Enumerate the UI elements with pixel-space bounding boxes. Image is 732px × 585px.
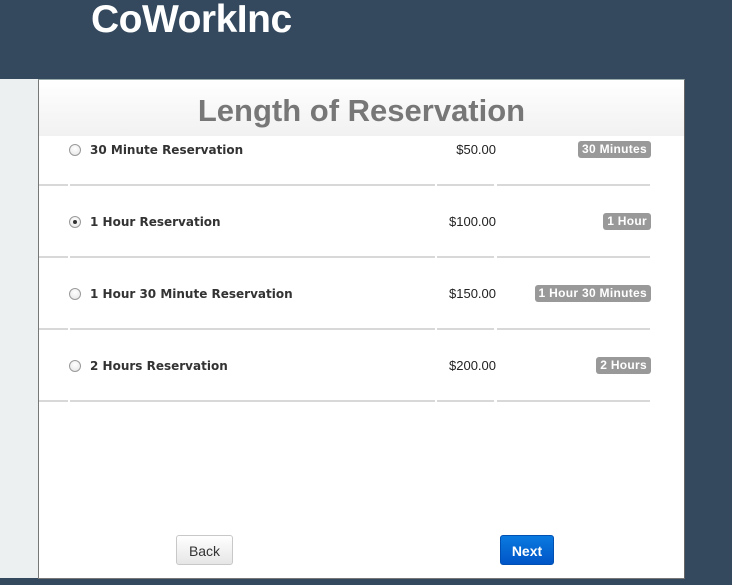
duration-badge: 1 Hour <box>603 213 651 230</box>
row-divider <box>497 328 650 330</box>
option-radio[interactable] <box>69 144 81 156</box>
row-divider <box>70 328 435 330</box>
option-radio[interactable] <box>69 360 81 372</box>
row-divider <box>497 400 650 402</box>
row-divider <box>437 328 494 330</box>
back-button[interactable]: Back <box>176 535 233 565</box>
next-button[interactable]: Next <box>500 535 554 565</box>
duration-badge: 2 Hours <box>596 357 651 374</box>
sidebar <box>0 79 38 578</box>
panel-header: Length of Reservation <box>39 80 684 136</box>
option-radio[interactable] <box>69 288 81 300</box>
row-divider <box>39 328 68 330</box>
brand-logo[interactable]: CoWorkInc <box>91 0 292 42</box>
row-divider <box>437 256 494 258</box>
option-label[interactable]: 30 Minute Reservation <box>90 143 243 157</box>
option-label[interactable]: 2 Hours Reservation <box>90 359 228 373</box>
row-divider <box>70 184 435 186</box>
row-divider <box>39 184 68 186</box>
row-divider <box>437 184 494 186</box>
reservation-panel: Length of Reservation 30 Minute Reservat… <box>38 79 685 579</box>
duration-badge: 1 Hour 30 Minutes <box>534 285 651 302</box>
row-divider <box>497 184 650 186</box>
row-divider <box>497 256 650 258</box>
option-label[interactable]: 1 Hour 30 Minute Reservation <box>90 287 293 301</box>
option-price: $200.00 <box>449 358 496 373</box>
duration-badge: 30 Minutes <box>577 141 651 158</box>
panel-title: Length of Reservation <box>197 93 526 128</box>
row-divider <box>70 400 435 402</box>
option-radio[interactable] <box>69 216 81 228</box>
row-divider <box>437 400 494 402</box>
row-divider <box>70 256 435 258</box>
option-label[interactable]: 1 Hour Reservation <box>90 215 221 229</box>
option-price: $150.00 <box>449 286 496 301</box>
option-price: $50.00 <box>456 142 496 157</box>
row-divider <box>39 400 68 402</box>
row-divider <box>39 256 68 258</box>
option-price: $100.00 <box>449 214 496 229</box>
